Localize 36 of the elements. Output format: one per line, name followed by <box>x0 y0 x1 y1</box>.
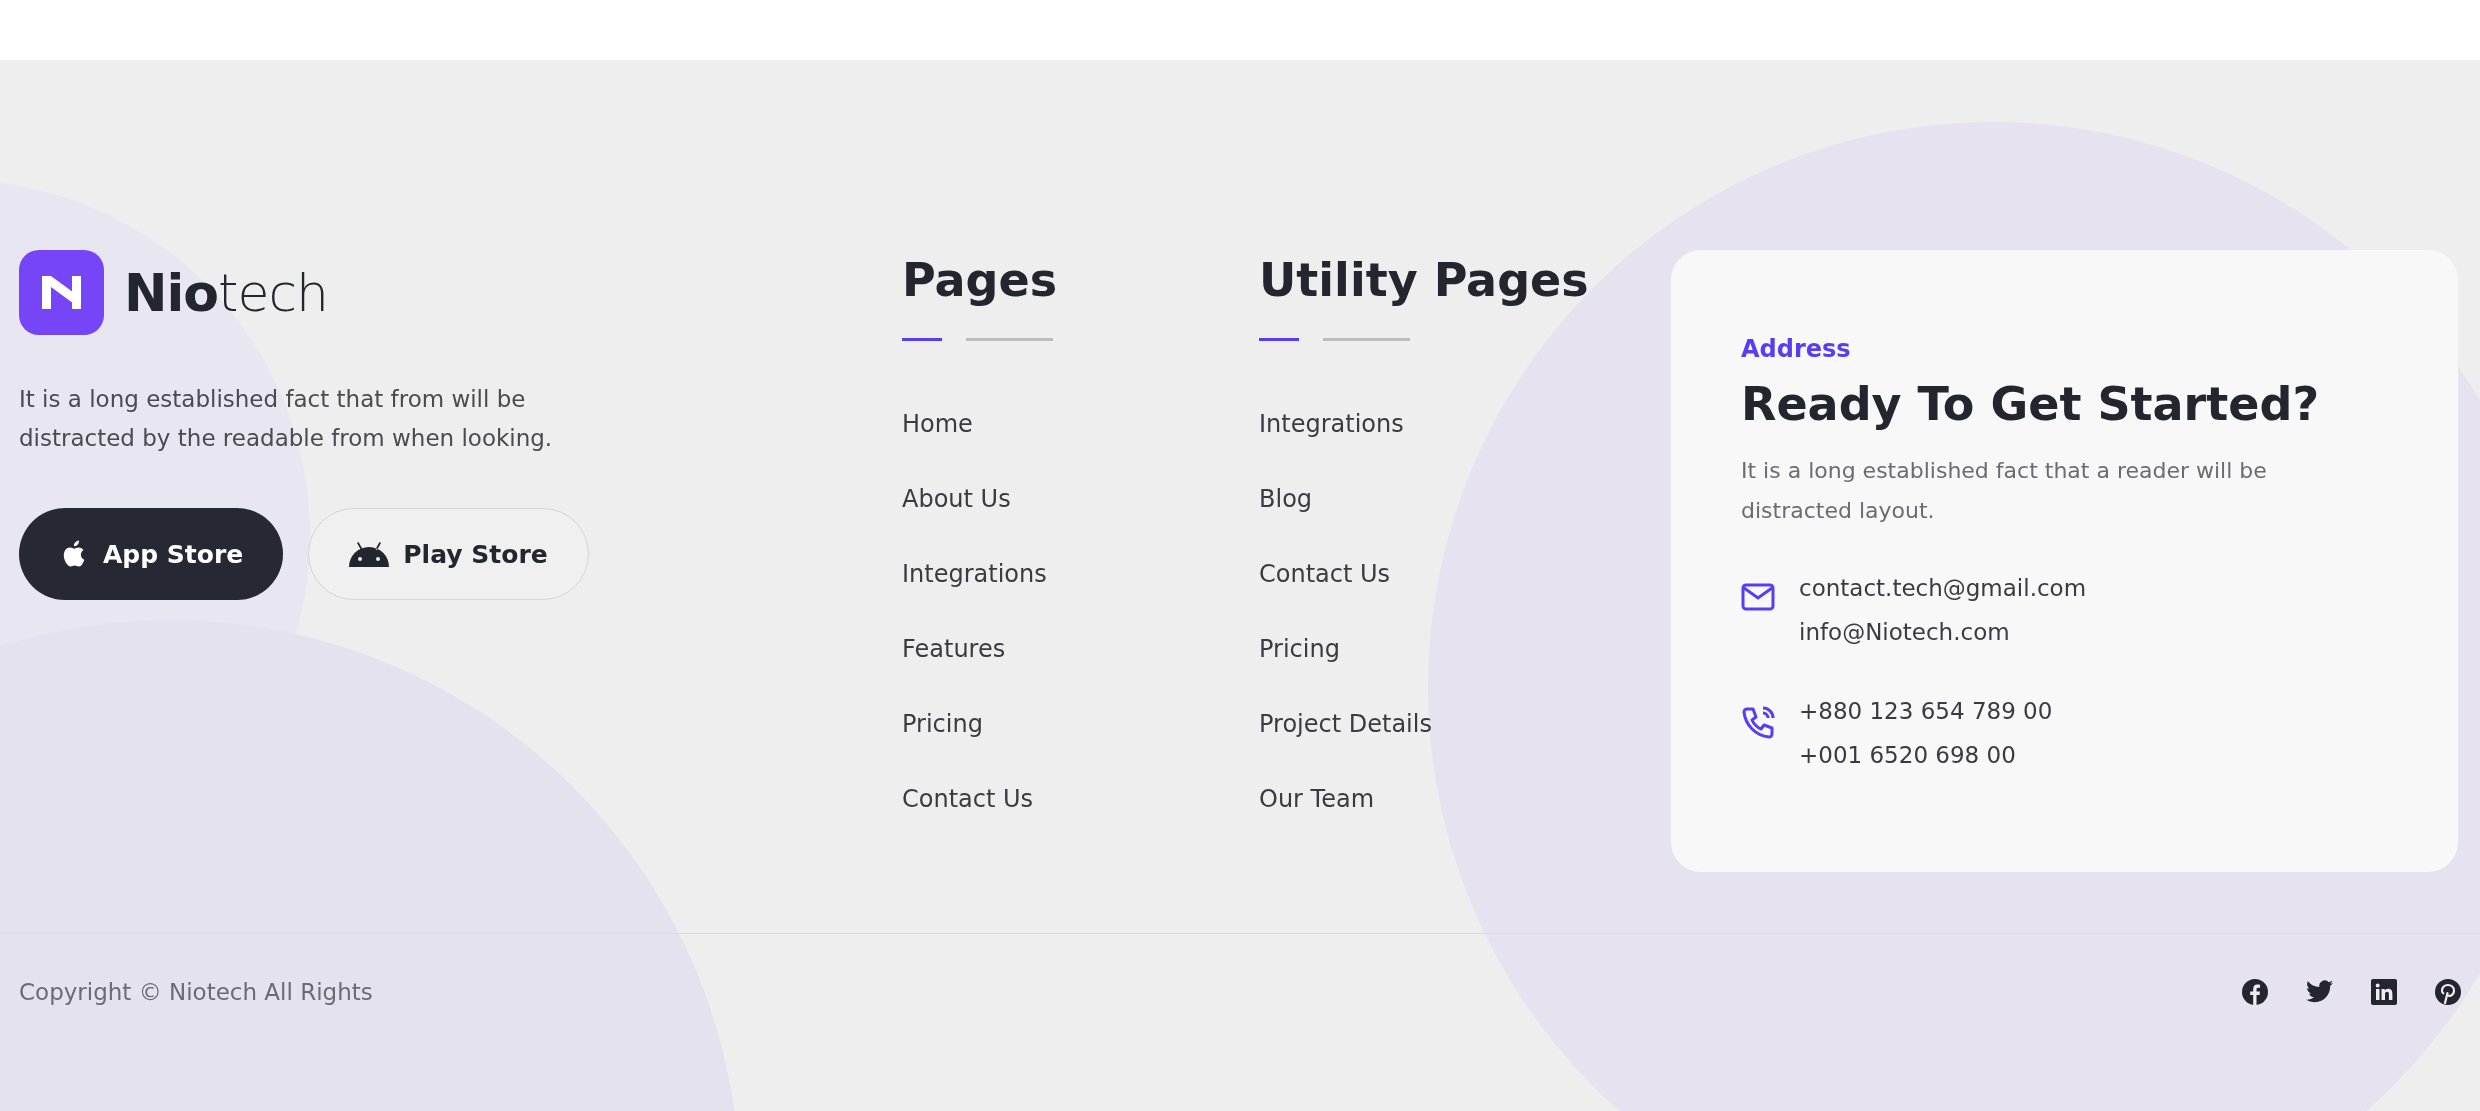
store-button[interactable]: App Store <box>19 508 284 600</box>
phone-icon <box>1741 706 1775 740</box>
accent-underline <box>1259 338 1299 341</box>
column-heading: Utility Pages <box>1259 252 1589 309</box>
card-description: It is a long established fact that a reader will be distracted layout. <box>1741 457 2268 525</box>
footer-link[interactable]: Features <box>902 634 1006 664</box>
footer-link[interactable]: Project Details <box>1259 709 1432 739</box>
footer-link[interactable]: Blog <box>1259 484 1313 514</box>
phone-number: +880 123 654 789 00 <box>1799 697 2053 726</box>
android-icon <box>349 541 390 567</box>
linkedin-icon[interactable] <box>2371 978 2397 1005</box>
twitter-icon[interactable] <box>2306 980 2333 1003</box>
footer-link[interactable]: Contact Us <box>1259 559 1391 589</box>
footer-link[interactable]: Contact Us <box>902 784 1034 814</box>
pinterest-icon[interactable] <box>2435 978 2461 1005</box>
email-address: info@Niotech.com <box>1799 618 2011 647</box>
footer-link[interactable]: Integrations <box>1259 409 1404 439</box>
email-address: contact.tech@gmail.com <box>1799 574 2087 603</box>
column-heading: Pages <box>902 252 1058 309</box>
footer-link[interactable]: Home <box>902 409 973 439</box>
footer-link[interactable]: About Us <box>902 484 1011 514</box>
card-eyebrow: Address <box>1741 335 1852 363</box>
copyright-text: Copyright © Niotech All Rights <box>19 978 373 1005</box>
mail-icon <box>1741 583 1775 611</box>
facebook-icon[interactable] <box>2242 978 2268 1005</box>
footer-link[interactable]: Integrations <box>902 559 1047 589</box>
footer-link[interactable]: Our Team <box>1259 784 1375 814</box>
footer-link[interactable]: Pricing <box>1259 634 1340 664</box>
phone-number: +001 6520 698 00 <box>1799 741 2017 770</box>
accent-underline <box>902 338 942 341</box>
card-title: Ready To Get Started? <box>1741 377 2321 431</box>
footer-link[interactable]: Pricing <box>902 709 983 739</box>
store-button[interactable]: Play Store <box>308 508 589 600</box>
brand-description: It is a long established fact that from will be distracted by the readable from when looking. <box>19 385 554 453</box>
brand-name: Niotech <box>124 262 328 323</box>
logo-icon <box>19 250 104 335</box>
